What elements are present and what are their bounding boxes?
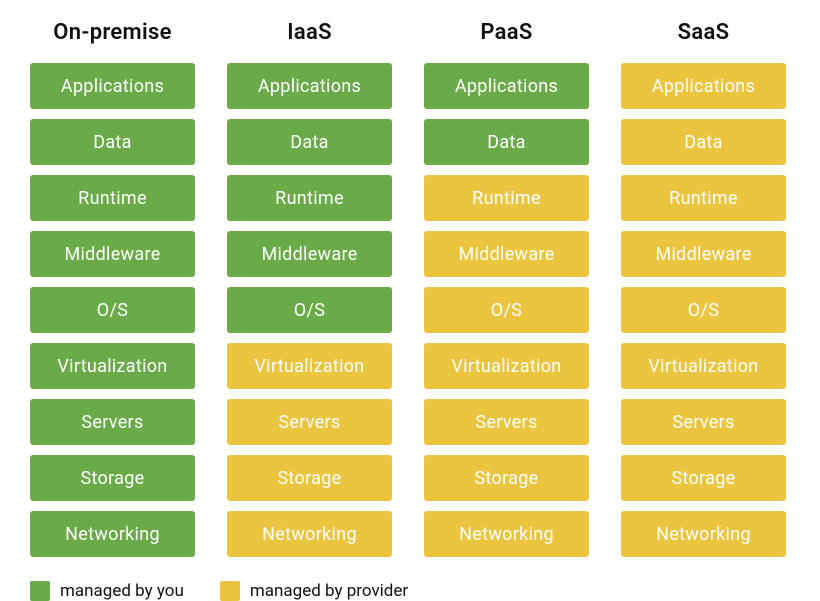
cell-middleware: Middleware — [424, 231, 589, 277]
cell-middleware: Middleware — [227, 231, 392, 277]
column-iaas: IaaS Applications Data Runtime Middlewar… — [227, 20, 392, 557]
column-on-premise: On-premise Applications Data Runtime Mid… — [30, 20, 195, 557]
cell-servers: Servers — [424, 399, 589, 445]
swatch-you-icon — [30, 581, 50, 601]
cell-servers: Servers — [30, 399, 195, 445]
cell-storage: Storage — [227, 455, 392, 501]
cell-data: Data — [227, 119, 392, 165]
cell-storage: Storage — [30, 455, 195, 501]
cell-os: O/S — [30, 287, 195, 333]
cell-networking: Networking — [227, 511, 392, 557]
cell-applications: Applications — [621, 63, 786, 109]
cell-networking: Networking — [30, 511, 195, 557]
cell-runtime: Runtime — [227, 175, 392, 221]
cell-virtualization: Virtualization — [30, 343, 195, 389]
cell-networking: Networking — [424, 511, 589, 557]
cell-virtualization: Virtualization — [424, 343, 589, 389]
cell-servers: Servers — [227, 399, 392, 445]
cell-virtualization: Virtualization — [227, 343, 392, 389]
cell-storage: Storage — [621, 455, 786, 501]
cell-runtime: Runtime — [424, 175, 589, 221]
legend-item-provider: managed by provider — [220, 581, 408, 601]
legend: managed by you managed by provider — [30, 581, 790, 601]
cell-networking: Networking — [621, 511, 786, 557]
cell-data: Data — [621, 119, 786, 165]
cell-data: Data — [30, 119, 195, 165]
cell-storage: Storage — [424, 455, 589, 501]
swatch-provider-icon — [220, 581, 240, 601]
cell-middleware: Middleware — [621, 231, 786, 277]
cell-os: O/S — [227, 287, 392, 333]
cell-applications: Applications — [227, 63, 392, 109]
cell-servers: Servers — [621, 399, 786, 445]
cell-virtualization: Virtualization — [621, 343, 786, 389]
cell-runtime: Runtime — [30, 175, 195, 221]
column-saas: SaaS Applications Data Runtime Middlewar… — [621, 20, 786, 557]
service-model-grid: On-premise Applications Data Runtime Mid… — [30, 20, 790, 557]
column-title: SaaS — [621, 20, 786, 45]
legend-item-you: managed by you — [30, 581, 184, 601]
cell-data: Data — [424, 119, 589, 165]
legend-label-you: managed by you — [60, 581, 184, 601]
cell-os: O/S — [621, 287, 786, 333]
cell-os: O/S — [424, 287, 589, 333]
cell-applications: Applications — [30, 63, 195, 109]
column-title: On-premise — [30, 20, 195, 45]
cell-applications: Applications — [424, 63, 589, 109]
cell-middleware: Middleware — [30, 231, 195, 277]
cell-runtime: Runtime — [621, 175, 786, 221]
column-paas: PaaS Applications Data Runtime Middlewar… — [424, 20, 589, 557]
column-title: PaaS — [424, 20, 589, 45]
column-title: IaaS — [227, 20, 392, 45]
legend-label-provider: managed by provider — [250, 581, 408, 601]
